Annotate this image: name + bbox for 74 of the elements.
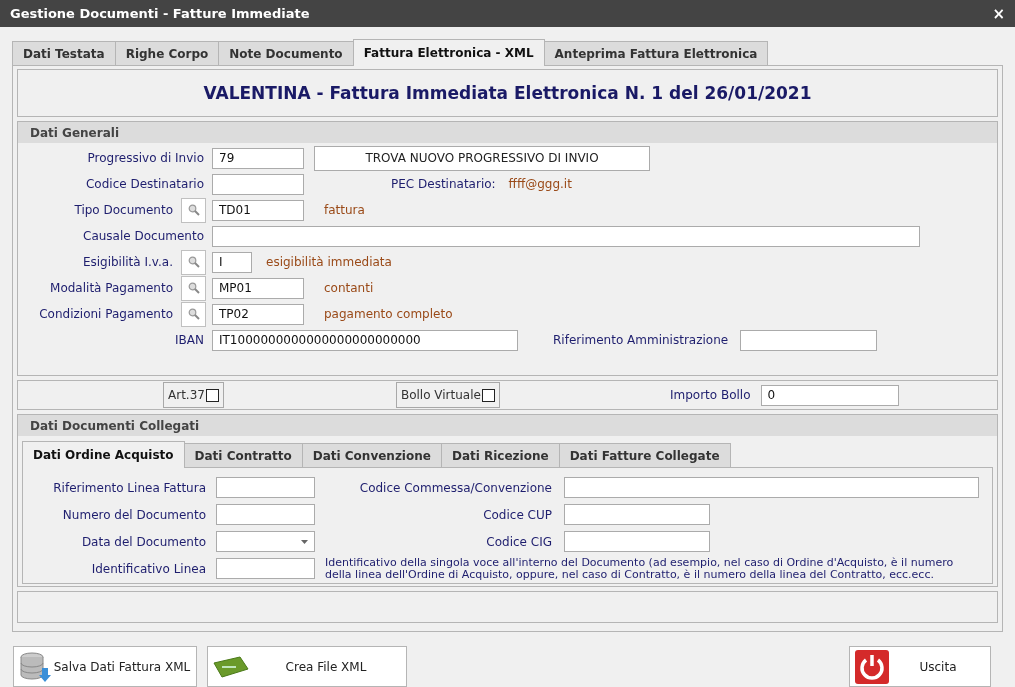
input-field[interactable] [216, 504, 315, 525]
window-title: Gestione Documenti - Fatture Immediate [10, 6, 310, 21]
field-label: Importo Bollo [669, 388, 751, 402]
database-icon [18, 649, 52, 684]
date-dropdown[interactable] [216, 531, 315, 552]
field-label: Codice Commessa/Convenzione [358, 480, 552, 495]
email-value: ffff@ggg.it [508, 177, 572, 191]
tab[interactable]: Righe Corpo [114, 41, 220, 65]
tab[interactable]: Dati Ricezione [440, 443, 560, 467]
section-header: Dati Documenti Collegati [18, 415, 997, 436]
search-button[interactable] [181, 275, 206, 301]
close-button[interactable]: × [992, 4, 1005, 23]
search-button[interactable] [181, 301, 206, 327]
tab[interactable]: Dati Testata [12, 41, 116, 65]
input-field[interactable] [212, 225, 920, 247]
field-label: Riferimento Linea Fattura [52, 480, 206, 495]
field-label: Causale Documento [82, 229, 204, 243]
field-label: Identificativo Linea [90, 561, 206, 576]
field-label: Codice CUP [482, 507, 552, 522]
input-field[interactable]: TD01 [212, 199, 304, 221]
description-text: esigibilità immediata [266, 255, 392, 269]
input-field[interactable] [564, 531, 710, 552]
field-label: Codice CIG [485, 534, 552, 549]
tab[interactable]: Note Documento [218, 41, 354, 65]
input-field[interactable]: 0 [760, 384, 899, 406]
input-field[interactable]: I [212, 251, 252, 273]
field-label: Data del Documento [80, 534, 206, 549]
field-label: Riferimento Amministrazione [553, 333, 729, 347]
input-field[interactable]: TP02 [212, 303, 304, 325]
field-label: Modalità Pagamento [49, 281, 173, 295]
search-icon [187, 308, 200, 320]
input-field[interactable]: IT1000000000000000000000000 [212, 329, 518, 351]
search-icon [187, 282, 200, 294]
search-icon [187, 256, 200, 268]
tab[interactable]: Dati Convenzione [301, 443, 442, 467]
section-header: Dati Generali [18, 122, 997, 143]
search-icon [187, 204, 200, 216]
input-field[interactable]: 79 [212, 147, 304, 169]
input-field[interactable] [740, 329, 878, 351]
tab[interactable]: Fattura Elettronica - XML [352, 39, 545, 66]
field-label: Numero del Documento [61, 507, 206, 522]
tab[interactable]: Dati Fatture Collegate [558, 443, 731, 467]
xml-file-icon [212, 654, 250, 679]
input-field[interactable] [564, 504, 710, 525]
field-label: Codice Destinatario [85, 177, 204, 191]
checkbox[interactable]: Bollo Virtuale [395, 382, 500, 408]
description-text: contanti [324, 281, 374, 295]
search-button[interactable] [181, 249, 206, 275]
find-progressive-button[interactable]: TROVA NUOVO PROGRESSIVO DI INVIO [314, 145, 650, 171]
input-field[interactable] [564, 477, 979, 498]
description-text: pagamento completo [324, 307, 453, 321]
field-label: Esigibilità I.v.a. [81, 255, 173, 269]
field-label: PEC Destinatario: [391, 177, 496, 191]
input-field[interactable] [216, 477, 315, 498]
field-label: Tipo Documento [73, 203, 173, 217]
field-label: Condizioni Pagamento [38, 307, 173, 321]
field-label: Progressivo di Invio [86, 151, 204, 165]
create-button[interactable]: Crea File XML [207, 646, 407, 687]
help-text: Identificativo della singola voce all'interno del Documento (ad esempio, nel caso di Ordine d'Acquisto, è il numero della linea dell'Ordine di Acquisto, oppure, nel caso di Contratto, è il numero della linea del Contratto, ecc.ecc. [325, 556, 955, 581]
tab[interactable]: Anteprima Fattura Elettronica [543, 41, 769, 65]
document-heading: VALENTINA - Fattura Immediata Elettronica N. 1 del 26/01/2021 [17, 69, 998, 117]
exit-button[interactable]: Uscita [849, 646, 991, 687]
input-field[interactable]: MP01 [212, 277, 304, 299]
caret-icon [301, 539, 308, 544]
power-icon [854, 648, 890, 685]
input-field[interactable] [216, 558, 315, 579]
tab[interactable]: Dati Contratto [183, 443, 303, 467]
checkbox[interactable]: Art.37 [163, 382, 224, 408]
description-text: fattura [324, 203, 365, 217]
field-label: IBAN [174, 333, 204, 347]
input-field[interactable] [212, 173, 304, 195]
tab[interactable]: Dati Ordine Acquisto [22, 441, 185, 468]
save-button[interactable]: Salva Dati Fattura XML [13, 646, 197, 687]
search-button[interactable] [181, 197, 206, 223]
